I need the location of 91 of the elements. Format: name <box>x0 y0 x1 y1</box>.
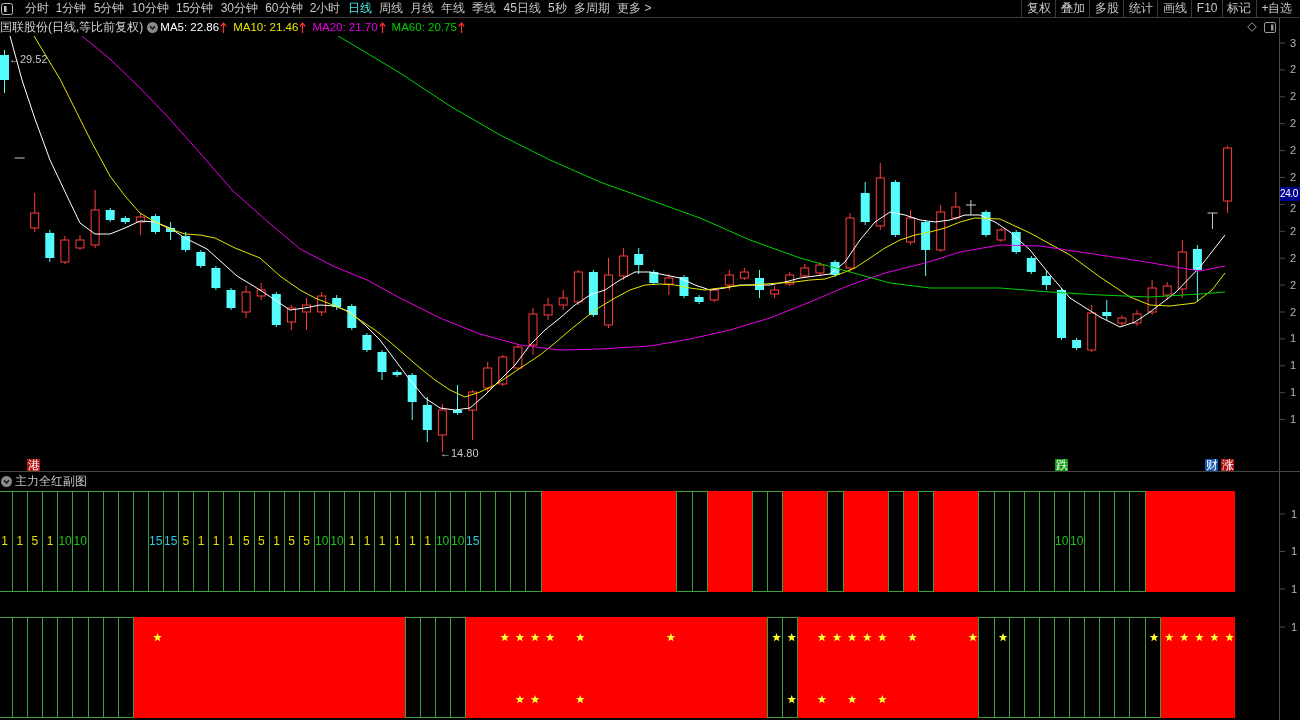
axis-label: 1 <box>1290 414 1297 426</box>
signal-value: 1 <box>424 534 431 548</box>
signal-tag: 财 <box>1205 459 1218 471</box>
signal-value: 10 <box>435 534 450 548</box>
axis-label: 1 <box>1291 620 1298 634</box>
axis-label: 2 <box>1290 91 1297 103</box>
signal-value: 1 <box>393 534 401 548</box>
layout-toggle-icon[interactable] <box>1 2 13 15</box>
axis-label: 2 <box>1290 172 1297 183</box>
chevron-down-icon[interactable] <box>147 21 159 33</box>
axis-label: 1 <box>1291 507 1298 521</box>
signal-value: 10 <box>1055 534 1069 548</box>
signal-value: 1 <box>409 534 416 548</box>
signal-value: 1 <box>227 534 235 548</box>
chevron-down-icon[interactable] <box>1 475 12 487</box>
signal-value: 10 <box>73 534 87 548</box>
signal-value: 5 <box>258 534 265 548</box>
period-tab[interactable]: 多周期 <box>570 0 614 17</box>
axis-label: 1 <box>1290 333 1297 345</box>
period-tab[interactable]: 分时 <box>21 0 53 17</box>
axis-label: 1 <box>1291 582 1298 596</box>
period-tab[interactable]: 30分钟 <box>217 0 262 17</box>
signal-value: 1 <box>46 534 54 548</box>
signal-value: 1 <box>348 534 356 548</box>
axis-label: 2 <box>1290 202 1297 214</box>
signal-value: 1 <box>16 534 24 548</box>
period-tab[interactable]: 10分钟 <box>127 0 173 17</box>
moving-average-value: MA10: 21.46 <box>233 21 299 33</box>
signal-tag: 跌 <box>1055 459 1068 471</box>
toolbar-button[interactable]: 标记 <box>1222 0 1256 17</box>
period-tab[interactable]: 季线 <box>468 0 500 17</box>
moving-average-value: MA20: 21.70 <box>312 21 378 33</box>
moving-average-value: MA60: 20.75 <box>391 21 457 33</box>
period-tab[interactable]: 45日线 <box>499 0 545 17</box>
axis-label: 2 <box>1290 252 1297 264</box>
axis-label: 2 <box>1290 118 1297 130</box>
signal-value: 5 <box>182 534 190 548</box>
signal-value: 1 <box>212 534 220 548</box>
toolbar-button[interactable]: 画线 <box>1157 0 1192 17</box>
axis-label: 2 <box>1290 64 1297 76</box>
period-tab[interactable]: 月线 <box>406 0 438 17</box>
signal-value: 5 <box>31 534 39 548</box>
signal-value: 15 <box>149 534 163 548</box>
signal-value: 15 <box>466 534 480 548</box>
indicator-title: 主力全红副图 <box>15 472 87 490</box>
signal-value: 5 <box>303 534 311 548</box>
period-tab[interactable]: 1分钟 <box>52 0 91 17</box>
axis-label: 1 <box>1291 545 1298 558</box>
signal-value: 15 <box>164 534 178 548</box>
period-tab[interactable]: 更多 > <box>613 0 656 17</box>
toolbar-button[interactable]: +自选 <box>1256 0 1297 17</box>
signal-value: 10 <box>1070 534 1084 548</box>
price-tag: 24.0 <box>1280 187 1300 201</box>
period-tab[interactable]: 5分钟 <box>90 0 128 17</box>
toolbar-button[interactable]: 多股 <box>1089 0 1124 17</box>
axis-label: 3 <box>1290 37 1297 49</box>
period-tab[interactable]: 5秒 <box>544 0 571 17</box>
toolbar-button[interactable]: 统计 <box>1123 0 1158 17</box>
axis-label: 2 <box>1290 145 1297 157</box>
signal-value: 1 <box>197 534 205 548</box>
signal-value: 1 <box>378 534 386 548</box>
moving-average-value: MA5: 22.86 <box>160 21 220 33</box>
signal-value: 1 <box>363 534 371 548</box>
axis-label: 1 <box>1290 360 1297 372</box>
axis-label: 1 <box>1290 387 1297 399</box>
period-tab[interactable]: 2小时 <box>306 0 344 17</box>
period-tab[interactable]: 15分钟 <box>172 0 218 17</box>
signal-tag: 港 <box>27 459 40 471</box>
toolbar-button[interactable]: 叠加 <box>1055 0 1090 17</box>
axis-label: 2 <box>1290 225 1297 237</box>
toolbar-button[interactable]: F10 <box>1191 0 1222 17</box>
panel-toggle-icon[interactable] <box>1264 21 1276 33</box>
period-tab[interactable]: 年线 <box>437 0 469 17</box>
signal-value: 10 <box>58 534 72 548</box>
signal-value: 1 <box>1 534 9 548</box>
signal-value: 10 <box>315 534 329 548</box>
diamond-icon[interactable] <box>1247 22 1257 32</box>
signal-value: 5 <box>288 534 295 548</box>
signal-value: 10 <box>330 534 344 548</box>
toolbar-button[interactable]: 复权 <box>1021 0 1056 17</box>
stock-title: 国联股份(日线,等比前复权) <box>0 18 144 36</box>
axis-label: 2 <box>1290 279 1297 291</box>
period-tab[interactable]: 60分钟 <box>261 0 307 17</box>
period-tab[interactable]: 日线 <box>344 0 376 17</box>
signal-value: 5 <box>242 534 250 548</box>
axis-label: 2 <box>1290 306 1297 318</box>
signal-value: 10 <box>451 534 465 548</box>
low-price-label: ←14.80 <box>440 447 479 460</box>
period-tab[interactable]: 周线 <box>375 0 407 17</box>
signal-tag: 涨 <box>1221 459 1234 471</box>
signal-value: 1 <box>273 534 280 548</box>
